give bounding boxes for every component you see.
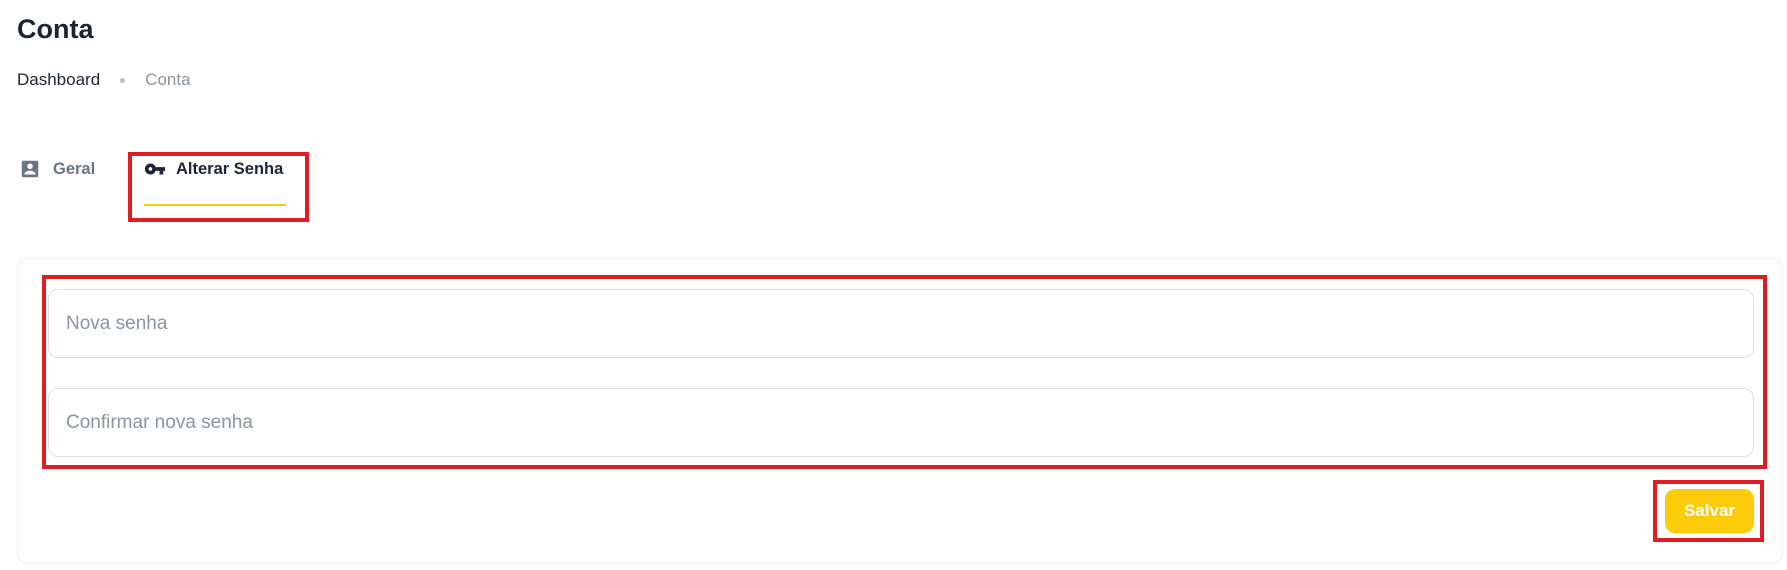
tab-alterar-senha-label: Alterar Senha bbox=[176, 160, 284, 178]
breadcrumb-current: Conta bbox=[145, 70, 191, 89]
confirm-password-field bbox=[48, 388, 1754, 457]
tab-alterar-senha[interactable]: Alterar Senha bbox=[144, 155, 286, 207]
key-icon bbox=[144, 163, 166, 175]
account-box-icon bbox=[21, 160, 39, 178]
confirm-password-input[interactable] bbox=[49, 389, 1753, 456]
tab-geral[interactable]: Geral bbox=[19, 155, 95, 207]
tab-geral-label: Geral bbox=[53, 160, 96, 178]
new-password-input[interactable] bbox=[49, 290, 1753, 357]
save-button[interactable]: Salvar bbox=[1665, 489, 1754, 533]
new-password-field bbox=[48, 289, 1754, 358]
breadcrumb: Dashboard Conta bbox=[17, 68, 191, 92]
active-tab-indicator bbox=[144, 204, 286, 206]
account-tabs: Geral Alterar Senha bbox=[0, 155, 1787, 207]
breadcrumb-dashboard-link[interactable]: Dashboard bbox=[17, 70, 100, 90]
breadcrumb-separator bbox=[120, 77, 126, 83]
page-title: Conta bbox=[17, 14, 94, 44]
account-page: Conta Dashboard Conta Geral Alterar Senh… bbox=[0, 0, 1787, 570]
